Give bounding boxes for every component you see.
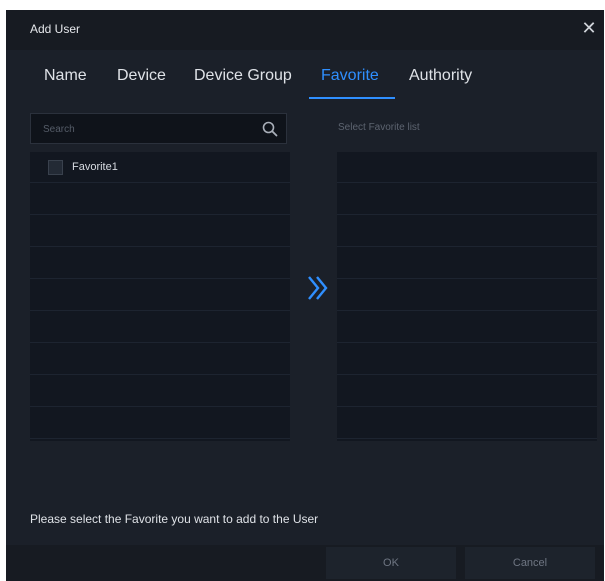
tab-device[interactable]: Device xyxy=(117,67,166,85)
list-item xyxy=(30,216,290,247)
list-item xyxy=(337,408,597,439)
list-item xyxy=(337,344,597,375)
tab-favorite[interactable]: Favorite xyxy=(321,67,379,85)
list-item xyxy=(337,152,597,183)
button-bar: OK Cancel xyxy=(6,545,604,581)
search-icon[interactable] xyxy=(262,121,278,137)
list-item[interactable]: Favorite1 xyxy=(30,152,290,183)
list-item xyxy=(30,248,290,279)
close-icon[interactable]: ✕ xyxy=(578,17,600,39)
list-item xyxy=(30,408,290,439)
search-box xyxy=(30,113,287,145)
active-tab-indicator xyxy=(309,97,395,99)
tab-authority[interactable]: Authority xyxy=(409,67,472,85)
list-item xyxy=(30,344,290,375)
favorite-list: Favorite1 xyxy=(30,152,290,441)
list-item xyxy=(337,312,597,343)
list-item xyxy=(337,248,597,279)
tab-name[interactable]: Name xyxy=(44,67,87,85)
list-item xyxy=(337,216,597,247)
tab-device-group[interactable]: Device Group xyxy=(194,67,292,85)
double-chevron-right-icon[interactable] xyxy=(306,274,330,302)
dialog-title: Add User xyxy=(30,22,81,36)
title-bar: Add User ✕ xyxy=(6,10,604,50)
selected-list-header: Select Favorite list xyxy=(338,122,420,133)
selected-favorite-list xyxy=(337,152,597,441)
list-item xyxy=(337,280,597,311)
list-item-label: Favorite1 xyxy=(72,161,118,173)
list-item xyxy=(30,376,290,407)
instruction-text: Please select the Favorite you want to a… xyxy=(30,512,319,526)
list-item xyxy=(30,184,290,215)
ok-button[interactable]: OK xyxy=(326,547,456,579)
list-item xyxy=(337,376,597,407)
cancel-button[interactable]: Cancel xyxy=(465,547,595,579)
add-user-dialog: Add User ✕ Name Device Device Group Favo… xyxy=(6,10,604,581)
list-item xyxy=(337,184,597,215)
list-item xyxy=(30,312,290,343)
list-item xyxy=(30,280,290,311)
search-input[interactable] xyxy=(41,114,260,145)
tab-bar: Name Device Device Group Favorite Author… xyxy=(6,50,604,100)
favorite-checkbox[interactable] xyxy=(48,160,63,175)
